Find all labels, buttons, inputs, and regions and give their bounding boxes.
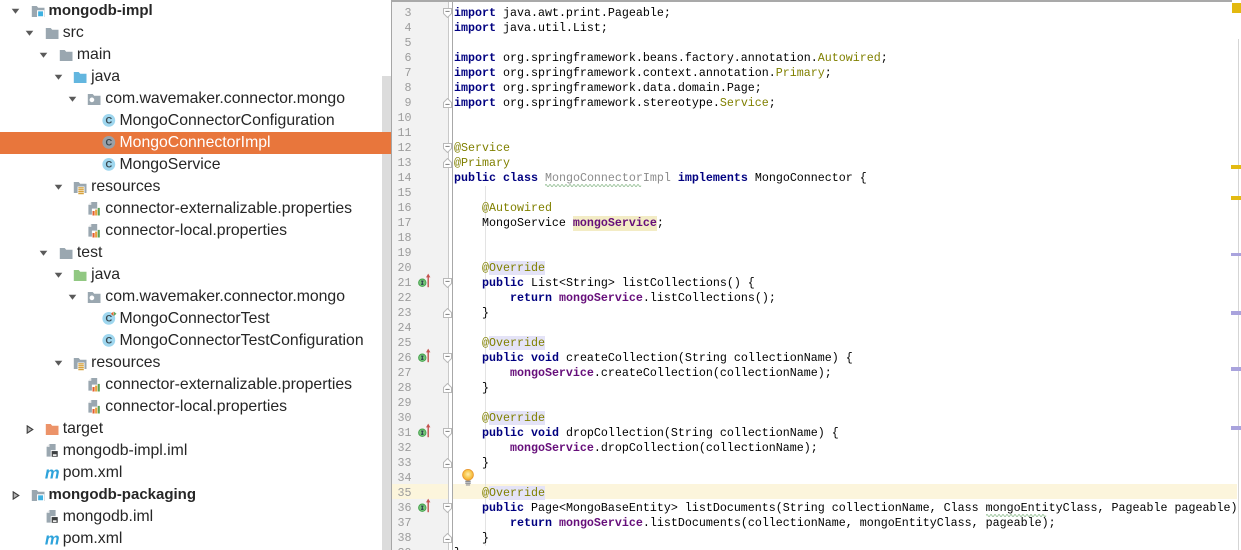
svg-text:C: C [105, 116, 112, 126]
svg-text:m: m [45, 532, 60, 547]
svg-text:m: m [45, 466, 60, 481]
svg-text:C: C [105, 336, 112, 346]
svg-text:C: C [105, 138, 112, 148]
svg-text:C: C [105, 314, 112, 324]
svg-text:C: C [105, 160, 112, 170]
